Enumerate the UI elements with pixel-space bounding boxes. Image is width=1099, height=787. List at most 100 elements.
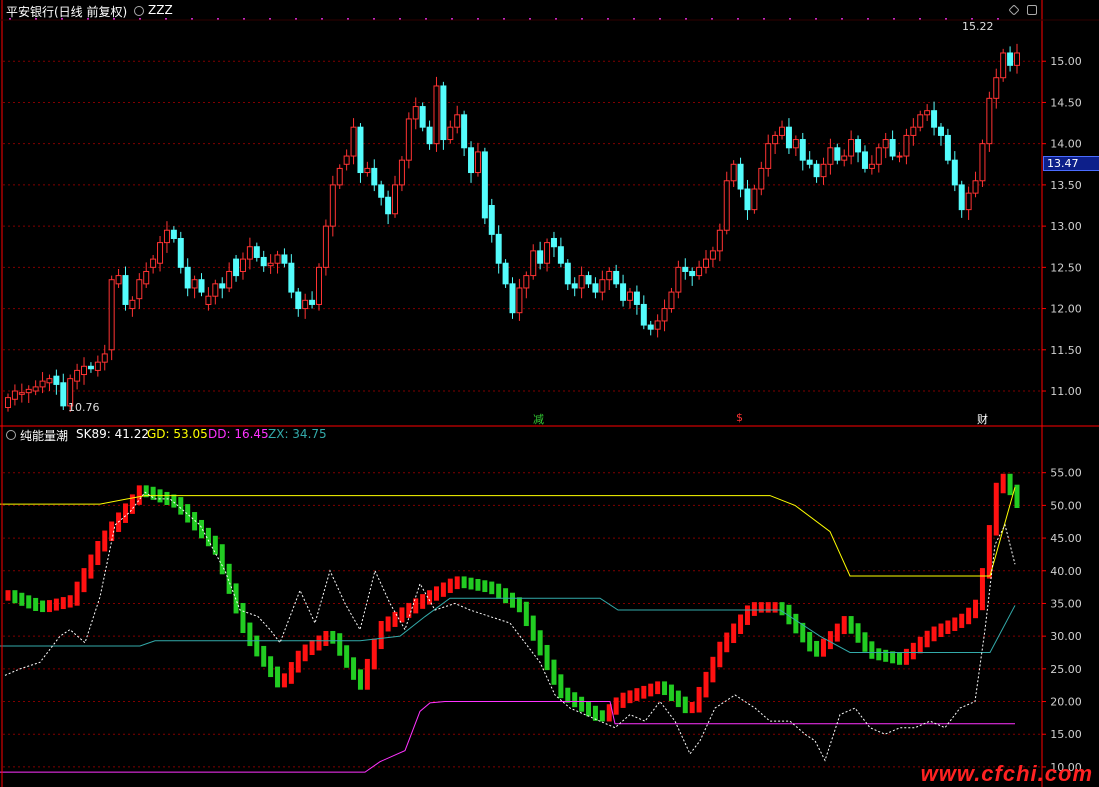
energy-bar-down (876, 648, 882, 661)
energy-bar-up (122, 503, 128, 523)
energy-bar-down (551, 659, 557, 685)
candle-down (944, 134, 951, 161)
panel-toggle-icon[interactable] (1027, 5, 1037, 15)
energy-bar-up (309, 640, 315, 656)
candle-up (986, 97, 993, 145)
energy-bar-down (247, 622, 253, 647)
energy-bar-down (897, 652, 903, 665)
energy-bar-down (33, 597, 39, 611)
candle-up (972, 180, 979, 194)
price-tick-label: 12.00 (1050, 303, 1082, 316)
price-tick-label: 11.00 (1050, 385, 1082, 398)
energy-bar-up (966, 607, 972, 625)
candle-down (744, 188, 751, 211)
energy-bar-up (371, 638, 377, 670)
candle-up (661, 308, 668, 322)
candle-up (39, 380, 46, 388)
candle-down (170, 229, 177, 239)
gd-label: GD: 53.05 (147, 427, 208, 441)
energy-bar-down (19, 592, 25, 606)
candle-up (136, 279, 143, 300)
candle-up (25, 388, 32, 394)
energy-bar-up (281, 673, 287, 688)
energy-bar-up (454, 576, 460, 590)
candle-up (447, 126, 454, 141)
energy-bar-down (344, 645, 350, 668)
candle-down (122, 275, 129, 305)
energy-bar-up (316, 635, 322, 651)
candle-up (191, 279, 198, 289)
price-tick-label: 13.00 (1050, 220, 1082, 233)
candle-up (716, 229, 723, 252)
candle-down (633, 291, 640, 305)
energy-bar-down (579, 696, 585, 712)
energy-bar-up (440, 582, 446, 597)
energy-bar-up (841, 616, 847, 635)
zx-label: ZX: 34.75 (268, 427, 327, 441)
candle-down (281, 254, 288, 264)
candle-down (509, 283, 516, 314)
ind-tick-label: 15.00 (1050, 728, 1082, 741)
candle-down (937, 126, 944, 136)
current-price-tag: 13.47 (1043, 156, 1099, 171)
energy-bar-up (60, 597, 66, 610)
energy-bar-up (74, 581, 80, 606)
energy-bar-down (330, 630, 336, 644)
candle-up (398, 159, 405, 186)
candle-down (440, 85, 447, 141)
candle-up (322, 225, 329, 268)
candle-up (405, 118, 412, 161)
candle-down (537, 250, 544, 264)
marker-reduce: 减 (533, 413, 544, 426)
energy-bar-up (703, 671, 709, 698)
energy-bar-down (883, 649, 889, 662)
energy-bar-down (475, 578, 481, 591)
candle-down (806, 159, 813, 165)
ind-tick-label: 45.00 (1050, 532, 1082, 545)
candle-down (640, 303, 647, 326)
candle-up (150, 258, 157, 268)
candle-down (87, 365, 94, 370)
candle-up (882, 139, 889, 149)
energy-bar-up (765, 602, 771, 613)
stock-chart[interactable]: 11.00 11.50 12.00 12.50 13.00 13.50 14.00 14.50… (0, 0, 1099, 787)
energy-bar-up (973, 599, 979, 619)
energy-bar-up (952, 617, 958, 631)
candle-down (799, 139, 806, 161)
candle-down (1007, 52, 1014, 66)
ind-tick-label: 35.00 (1050, 597, 1082, 610)
candle-down (682, 266, 689, 272)
energy-bar-up (385, 616, 391, 632)
candle-up (212, 283, 219, 297)
energy-bar-down (226, 563, 232, 594)
candle-up (433, 85, 440, 145)
candle-up (993, 77, 1000, 99)
energy-bar-down (268, 656, 274, 678)
energy-bar-up (634, 688, 640, 701)
energy-bar-up (433, 586, 439, 601)
energy-bar-down (171, 494, 177, 508)
candle-up (723, 180, 730, 231)
energy-bar-up (744, 605, 750, 625)
energy-bar-up (1000, 473, 1006, 494)
chevron-down-icon[interactable] (134, 6, 144, 16)
energy-bar-down (489, 581, 495, 595)
candle-down (557, 246, 564, 264)
energy-bar-up (751, 602, 757, 616)
candle-up (841, 155, 848, 161)
energy-bar-up (364, 658, 370, 690)
energy-bar-down (516, 597, 522, 613)
candle-down (889, 139, 896, 157)
energy-bar-up (903, 648, 909, 665)
candle-down (233, 258, 240, 277)
energy-bar-down (351, 657, 357, 680)
energy-bar-up (420, 594, 426, 609)
energy-bar-up (834, 623, 840, 642)
energy-bar-up (627, 690, 633, 704)
candle-down (834, 147, 841, 161)
energy-bar-down (558, 674, 564, 699)
candle-up (364, 167, 371, 174)
indicator-settings-icon[interactable] (6, 430, 16, 440)
candle-up (74, 369, 81, 382)
candle-up (654, 320, 661, 330)
